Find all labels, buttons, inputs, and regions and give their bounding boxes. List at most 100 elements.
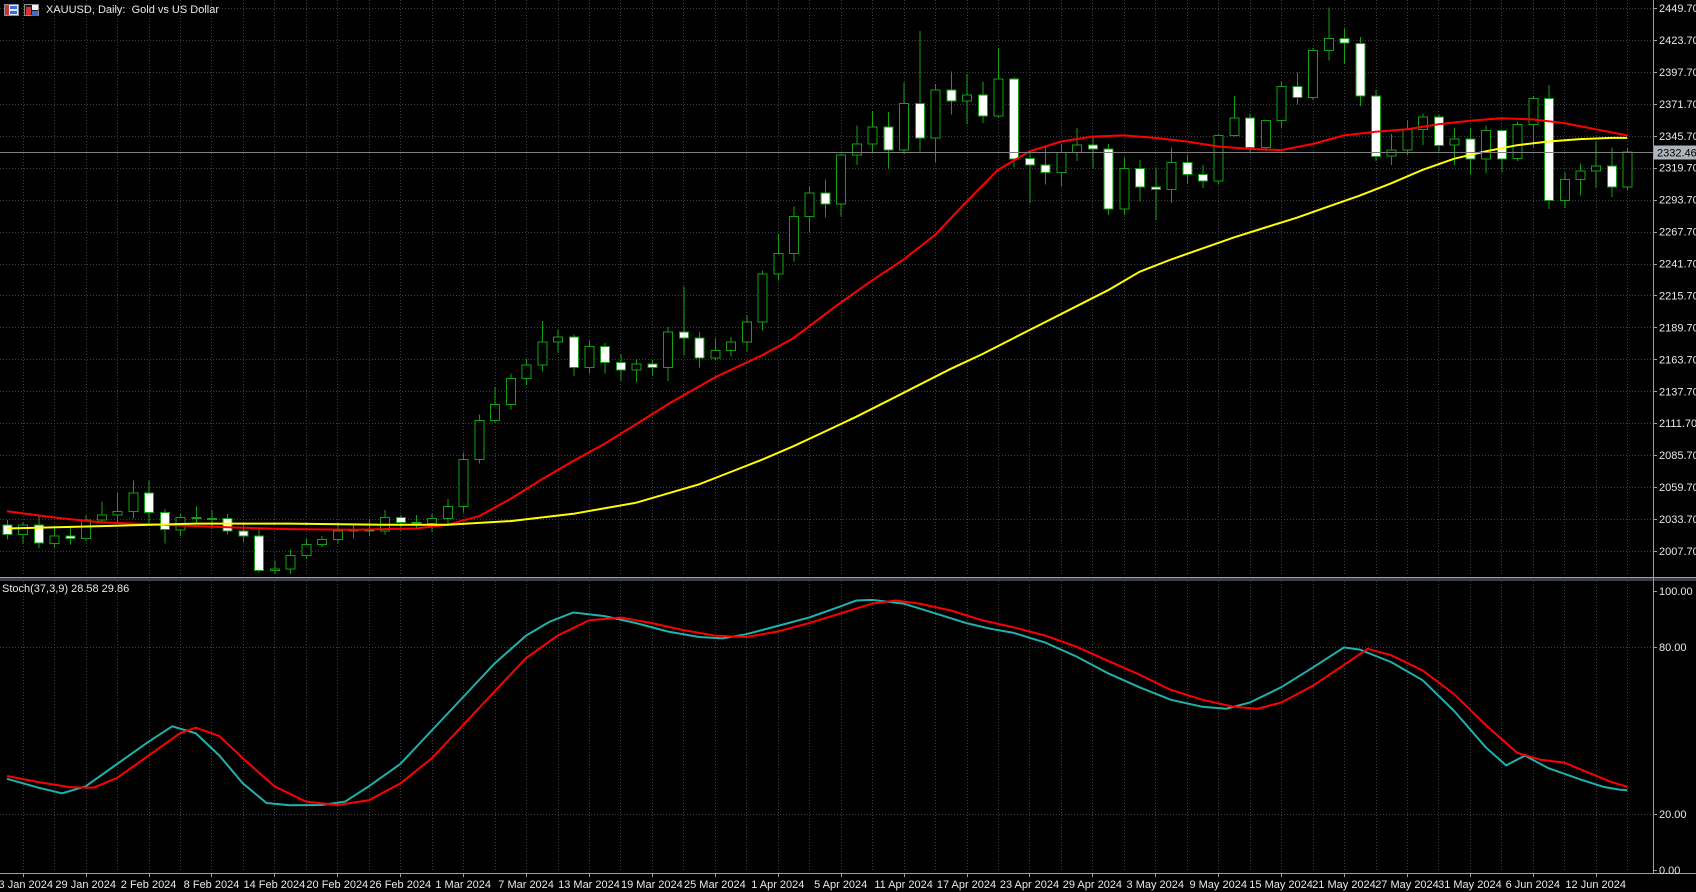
candle [1025,158,1035,166]
candle [1213,134,1224,182]
candle [1229,117,1240,136]
date-tick-label: 29 Jan 2024 [55,879,116,891]
price-tick-label: 2267.70 [1659,227,1696,239]
date-tick-label: 5 Apr 2024 [814,879,867,891]
candle [411,521,422,525]
price-tick-label: 2319.70 [1659,163,1696,175]
date-tick-label: 2 Feb 2024 [121,879,177,891]
candle [395,517,406,523]
date-tick-label: 6 Jun 2024 [1506,879,1560,891]
candle [993,78,1004,117]
candle [773,252,784,275]
date-tick-label: 13 Mar 2024 [558,879,620,891]
stoch-tick-label: 20.00 [1659,809,1687,821]
candle [128,492,139,512]
candle [1339,37,1350,44]
candle [537,341,548,366]
date-tick-label: 1 Apr 2024 [751,879,804,891]
candle [757,273,768,323]
candle [663,331,674,369]
date-tick-label: 21 May 2024 [1312,879,1376,891]
date-tick-label: 23 Jan 2024 [0,879,53,891]
candle [191,517,202,520]
stoch-tick-label: 100.00 [1659,586,1693,598]
chart-canvas[interactable]: 2449.70 2423.70 2397.70 2371.70 2345.70 2319.… [0,0,1696,892]
candle [678,331,689,339]
candle [1198,174,1208,182]
candle [616,362,626,371]
candle [301,544,312,557]
current-price-tag: 2332.46 [1654,145,1696,160]
candle [1559,179,1570,202]
candle [914,103,925,139]
price-tick-label: 2215.70 [1659,291,1696,303]
candle [254,535,265,571]
candle [18,524,29,536]
window-grid-icon[interactable] [4,4,19,16]
candle [285,555,296,570]
date-tick-label: 8 Feb 2024 [184,879,240,891]
date-tick-label: 9 May 2024 [1189,879,1246,891]
svg-text:2332.46: 2332.46 [1657,148,1696,160]
date-tick-label: 31 May 2024 [1438,879,1502,891]
candle [741,321,752,343]
candle [726,341,737,351]
candle [1103,148,1114,210]
date-tick-label: 17 Apr 2024 [937,879,996,891]
candle [694,337,705,359]
candle [442,505,453,520]
price-tick-label: 2449.70 [1659,3,1696,15]
candle [317,539,328,545]
candle [631,363,642,371]
candle [789,216,799,254]
candle [1575,170,1586,181]
candle [1260,120,1271,149]
candle [1119,168,1130,210]
date-tick-label: 11 Apr 2024 [874,879,933,891]
price-tick-label: 2345.70 [1659,131,1696,143]
candle [505,378,516,405]
candle [1040,164,1051,173]
price-tick-label: 2033.70 [1659,514,1696,526]
mt4-chart-window: 2449.70 2423.70 2397.70 2371.70 2345.70 2319.… [0,0,1696,892]
stoch-tick-label: 0.00 [1659,865,1680,877]
candle [159,512,170,531]
candle [1292,85,1303,98]
window-chart-icon[interactable] [24,4,39,16]
candle [269,568,280,571]
candle [81,519,92,539]
price-tick-label: 2241.70 [1659,259,1696,271]
candle [1544,98,1554,201]
candle [584,346,595,369]
stoch-tick-label: 80.00 [1659,642,1687,654]
candle [710,349,721,359]
candle [647,363,658,369]
price-tick-label: 2189.70 [1659,322,1696,334]
candle [1072,144,1083,154]
price-tick-label: 2085.70 [1659,450,1696,462]
candle [804,192,815,217]
candle [1009,78,1020,160]
price-tick-label: 2293.70 [1659,195,1696,207]
candle [820,192,831,205]
candle [1355,42,1366,97]
candle [867,126,878,145]
date-tick-label: 14 Feb 2024 [244,879,306,891]
candle [977,94,988,117]
candle [2,524,13,536]
price-tick-label: 2007.70 [1659,546,1696,558]
candle [1512,123,1523,160]
candle [568,336,579,369]
date-tick-label: 3 May 2024 [1127,879,1184,891]
candle [899,103,910,151]
candle [238,530,249,537]
date-tick-label: 1 Mar 2024 [435,879,491,891]
chart-title: XAUUSD, Daily: Gold vs US Dollar [46,4,219,16]
candle [1166,161,1177,190]
date-tick-label: 27 May 2024 [1375,879,1439,891]
candle [490,403,501,421]
date-tick-label: 19 Mar 2024 [621,879,683,891]
price-tick-label: 2059.70 [1659,482,1696,494]
candle [207,518,217,521]
candle [1308,50,1319,98]
